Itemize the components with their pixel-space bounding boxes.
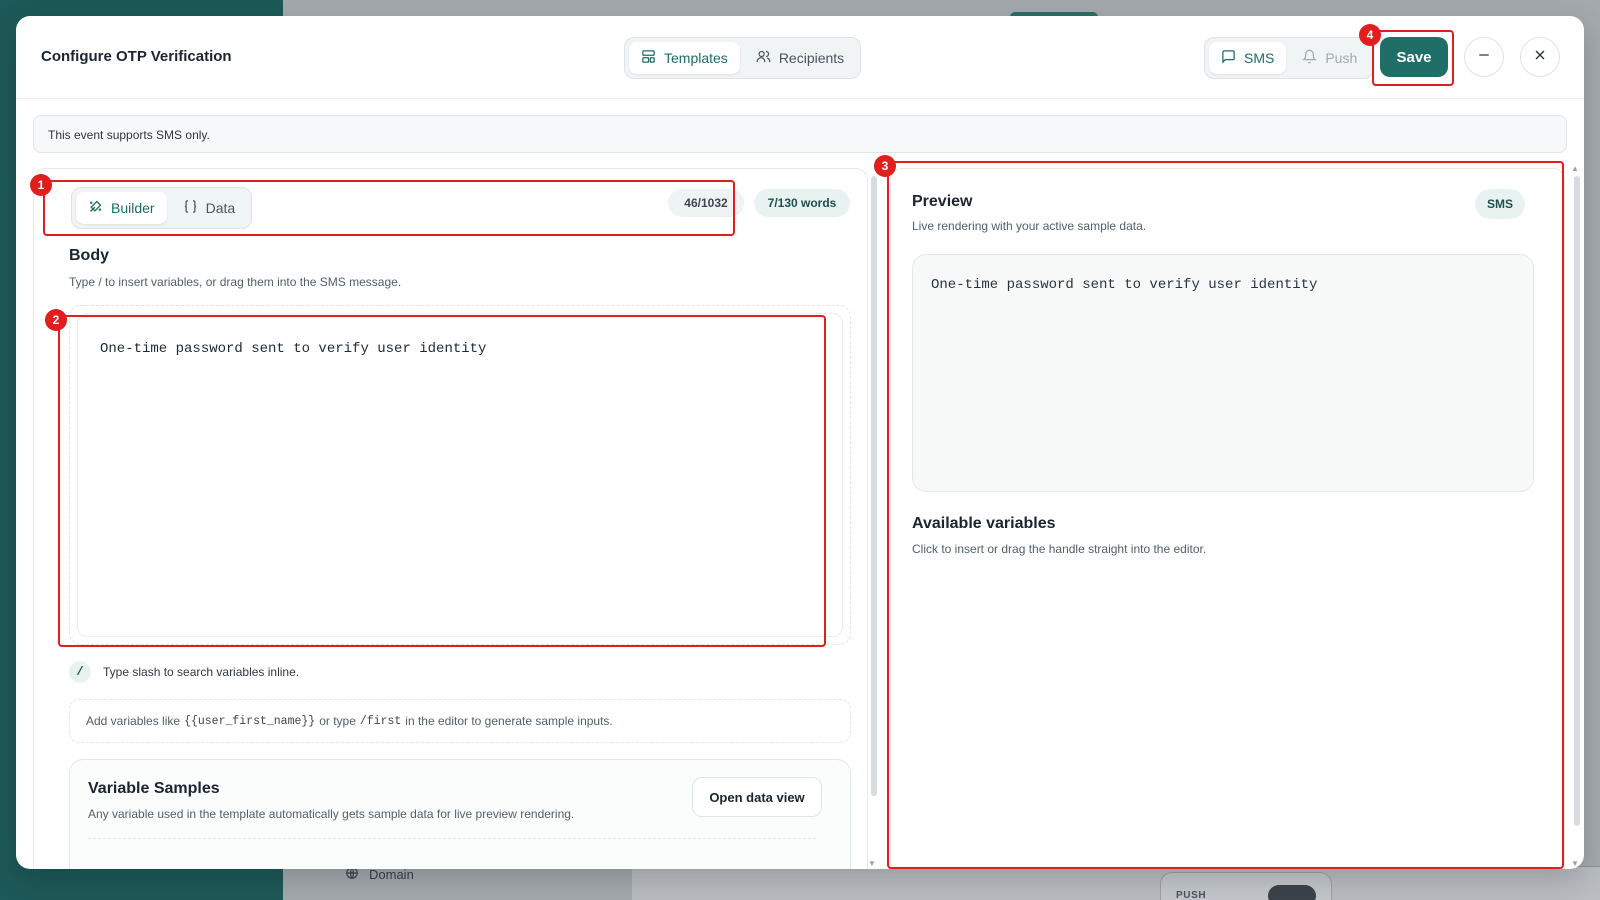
info-bar: This event supports SMS only. [33, 115, 1567, 153]
add-vars-example-var: {{user_first_name}} [184, 714, 316, 728]
scroll-up-arrow-icon[interactable]: ▲ [1571, 164, 1579, 173]
minimize-button[interactable] [1464, 37, 1504, 77]
background-domain-label: Domain [369, 867, 414, 882]
tab-data-label: Data [205, 200, 236, 216]
variable-samples-card: Variable Samples Any variable used in th… [69, 759, 851, 869]
tab-sms-label: SMS [1244, 50, 1275, 66]
close-icon [1532, 47, 1548, 68]
tab-push-label: Push [1325, 50, 1358, 66]
modal-header: Configure OTP Verification Templates Rec… [16, 16, 1584, 99]
scroll-down-arrow-icon[interactable]: ▼ [1571, 859, 1579, 868]
background-card [632, 866, 1600, 900]
slash-hint: / Type slash to search variables inline. [69, 661, 299, 683]
word-counter: 7/130 words [754, 189, 850, 217]
annotation-badge-2: 2 [45, 309, 67, 331]
channel-badge: SMS [1475, 189, 1525, 219]
tab-push[interactable]: Push [1290, 42, 1369, 74]
samples-list [88, 838, 816, 869]
channel-tabs: SMS Push [1204, 37, 1375, 79]
annotation-badge-3: 3 [874, 155, 896, 177]
background-toggle [1268, 885, 1316, 900]
tab-builder[interactable]: Builder [76, 192, 167, 224]
editor-mode-tabs: Builder Data [71, 187, 253, 229]
braces-icon [183, 199, 198, 217]
main-tabs: Templates Recipients [624, 37, 862, 79]
background-push-label: PUSH [1176, 890, 1207, 900]
tab-recipients[interactable]: Recipients [744, 42, 856, 74]
minus-icon [1476, 47, 1492, 68]
body-editor[interactable]: One-time password sent to verify user id… [77, 313, 843, 637]
available-variables-title: Available variables [912, 515, 1056, 532]
preview-subtitle: Live rendering with your active sample d… [912, 219, 1147, 233]
editor-panel: Builder Data 46/1032 7/130 words Body Ty… [33, 168, 868, 869]
slash-hint-text: Type slash to search variables inline. [103, 665, 300, 679]
message-square-icon [1221, 49, 1236, 67]
close-button[interactable] [1520, 37, 1560, 77]
annotation-badge-4: 4 [1359, 24, 1381, 46]
users-icon [756, 49, 771, 67]
tab-data[interactable]: Data [171, 192, 248, 224]
tab-recipients-label: Recipients [778, 50, 845, 66]
preview-panel: Preview Live rendering with your active … [890, 168, 1565, 869]
builder-icon [88, 199, 103, 217]
add-vars-example-cmd: /first [359, 714, 402, 728]
add-vars-middle: or type [319, 714, 356, 728]
tab-templates[interactable]: Templates [629, 42, 740, 74]
editor-scrollbar[interactable] [871, 176, 877, 796]
body-subtitle: Type / to insert variables, or drag them… [69, 275, 402, 289]
slash-icon: / [69, 661, 91, 683]
samples-title: Variable Samples [88, 780, 220, 797]
add-variables-hint: Add variables like {{user_first_name}} o… [69, 699, 851, 743]
available-variables-subtitle: Click to insert or drag the handle strai… [912, 542, 1207, 556]
add-vars-prefix: Add variables like [86, 714, 181, 728]
body-title: Body [69, 247, 109, 264]
char-counter: 46/1032 [668, 189, 744, 217]
tab-templates-label: Templates [664, 50, 728, 66]
scroll-down-arrow-icon[interactable]: ▼ [868, 859, 876, 868]
modal-title: Configure OTP Verification [41, 48, 232, 65]
samples-subtitle: Any variable used in the template automa… [88, 807, 575, 821]
bell-icon [1302, 49, 1318, 67]
configure-modal: Configure OTP Verification Templates Rec… [16, 16, 1584, 869]
add-vars-suffix: in the editor to generate sample inputs. [405, 714, 613, 728]
layout-template-icon [641, 49, 656, 67]
open-data-view-button[interactable]: Open data view [692, 777, 822, 817]
annotation-badge-1: 1 [30, 174, 52, 196]
tab-sms[interactable]: SMS [1209, 42, 1287, 74]
preview-message: One-time password sent to verify user id… [912, 254, 1534, 492]
save-button[interactable]: Save [1380, 37, 1448, 77]
preview-scrollbar[interactable] [1574, 176, 1580, 826]
body-editor-dropzone: One-time password sent to verify user id… [69, 305, 851, 645]
tab-builder-label: Builder [111, 200, 155, 216]
preview-title: Preview [912, 193, 973, 210]
